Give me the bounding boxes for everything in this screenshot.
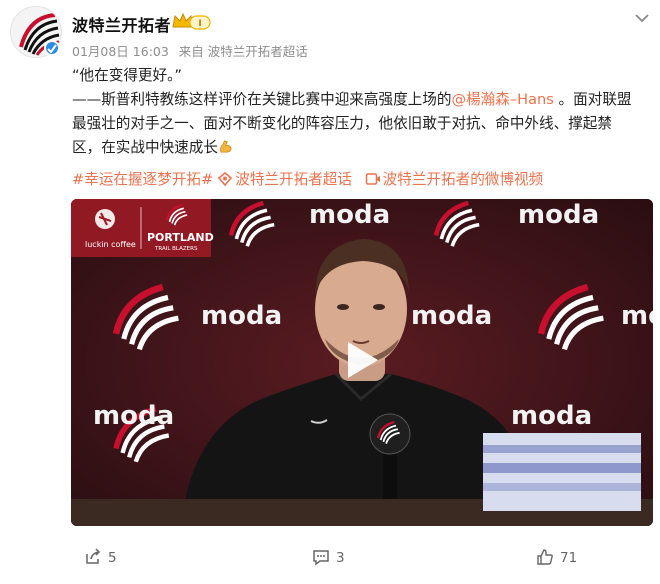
flexed-biceps-icon xyxy=(220,140,232,153)
post-text: “他在变得更好。” ——斯普利特教练这样评价在关键比赛中迎来高强度上场的@楊瀚森… xyxy=(72,64,650,160)
moda-logo-4: moda xyxy=(411,301,492,331)
verified-badge-icon xyxy=(44,40,60,56)
body-line-4: 区，在实战中快速成长 xyxy=(72,136,650,160)
supertopic-icon xyxy=(218,171,233,187)
post-meta: 01月08日 16:03 来自 波特兰开拓者超话 xyxy=(72,41,314,60)
post-source[interactable]: 来自 波特兰开拓者超话 xyxy=(179,44,308,59)
body-line-3: 最强壮的对手之一、面对不断变化的阵容压力，他依旧敢于对抗、命中外线、撑起禁 xyxy=(72,115,612,132)
moda-logo-6: moda xyxy=(93,401,174,431)
like-icon xyxy=(537,549,553,565)
moda-logo-2: moda xyxy=(518,200,599,230)
team-sub: TRAIL BLAZERS xyxy=(154,246,198,252)
supertopic-label: 波特兰开拓者超话 xyxy=(235,171,352,188)
crown-member-icon[interactable]: I xyxy=(172,12,212,32)
quote-line: “他在变得更好。” xyxy=(72,67,182,84)
mention-link[interactable]: @楊瀚森–Hans xyxy=(451,91,553,108)
member-level: I xyxy=(198,19,201,29)
topic-tag[interactable]: #幸运在握逐梦开拓# xyxy=(72,171,213,188)
post-time[interactable]: 01月08日 16:03 xyxy=(72,44,169,59)
body-line-2: ——斯普利特教练这样评价在关键比赛中迎来高强度上场的@楊瀚森–Hans 。面对联… xyxy=(72,88,650,112)
video-link-label: 波特兰开拓者的微博视频 xyxy=(382,171,544,188)
comment-count: 3 xyxy=(336,550,345,566)
video-link-icon xyxy=(365,173,380,185)
like-button[interactable]: 71 xyxy=(536,548,577,568)
moda-logo-5: moda xyxy=(621,301,653,331)
body-part-2: 。面对联盟 xyxy=(558,91,632,108)
author-name[interactable]: 波特兰开拓者 xyxy=(72,12,171,36)
comment-icon xyxy=(313,550,329,566)
repost-icon xyxy=(86,548,101,564)
moda-logo-1: moda xyxy=(309,200,390,230)
video-link[interactable]: 波特兰开拓者的微博视频 xyxy=(365,171,548,188)
team-name: PORTLAND xyxy=(147,231,214,244)
repost-count: 5 xyxy=(108,550,117,566)
body-part-1: ——斯普利特教练这样评价在关键比赛中迎来高强度上场的 xyxy=(72,91,452,108)
sponsor-brand: luckin coffee xyxy=(85,240,136,249)
action-bar: 5 3 71 xyxy=(0,540,660,576)
play-icon[interactable] xyxy=(346,340,380,380)
moda-logo-7: moda xyxy=(511,401,592,431)
supertopic-link[interactable]: 波特兰开拓者超话 xyxy=(217,171,356,188)
video-player[interactable]: moda moda moda moda moda moda moda lucki… xyxy=(71,199,653,526)
tag-row: #幸运在握逐梦开拓# 波特兰开拓者超话 波特兰开拓者的微博视频 xyxy=(72,168,551,189)
more-chevron-icon[interactable] xyxy=(632,10,652,26)
like-count: 71 xyxy=(560,550,578,566)
comment-button[interactable]: 3 xyxy=(312,548,345,568)
body-line-4-text: 区，在实战中快速成长 xyxy=(72,139,218,156)
repost-button[interactable]: 5 xyxy=(84,548,117,568)
weibo-post-card: 波特兰开拓者 I 01月08日 16:03 来自 波特兰开拓者超话 “他在变得更… xyxy=(0,0,660,584)
moda-logo-3: moda xyxy=(201,301,282,331)
